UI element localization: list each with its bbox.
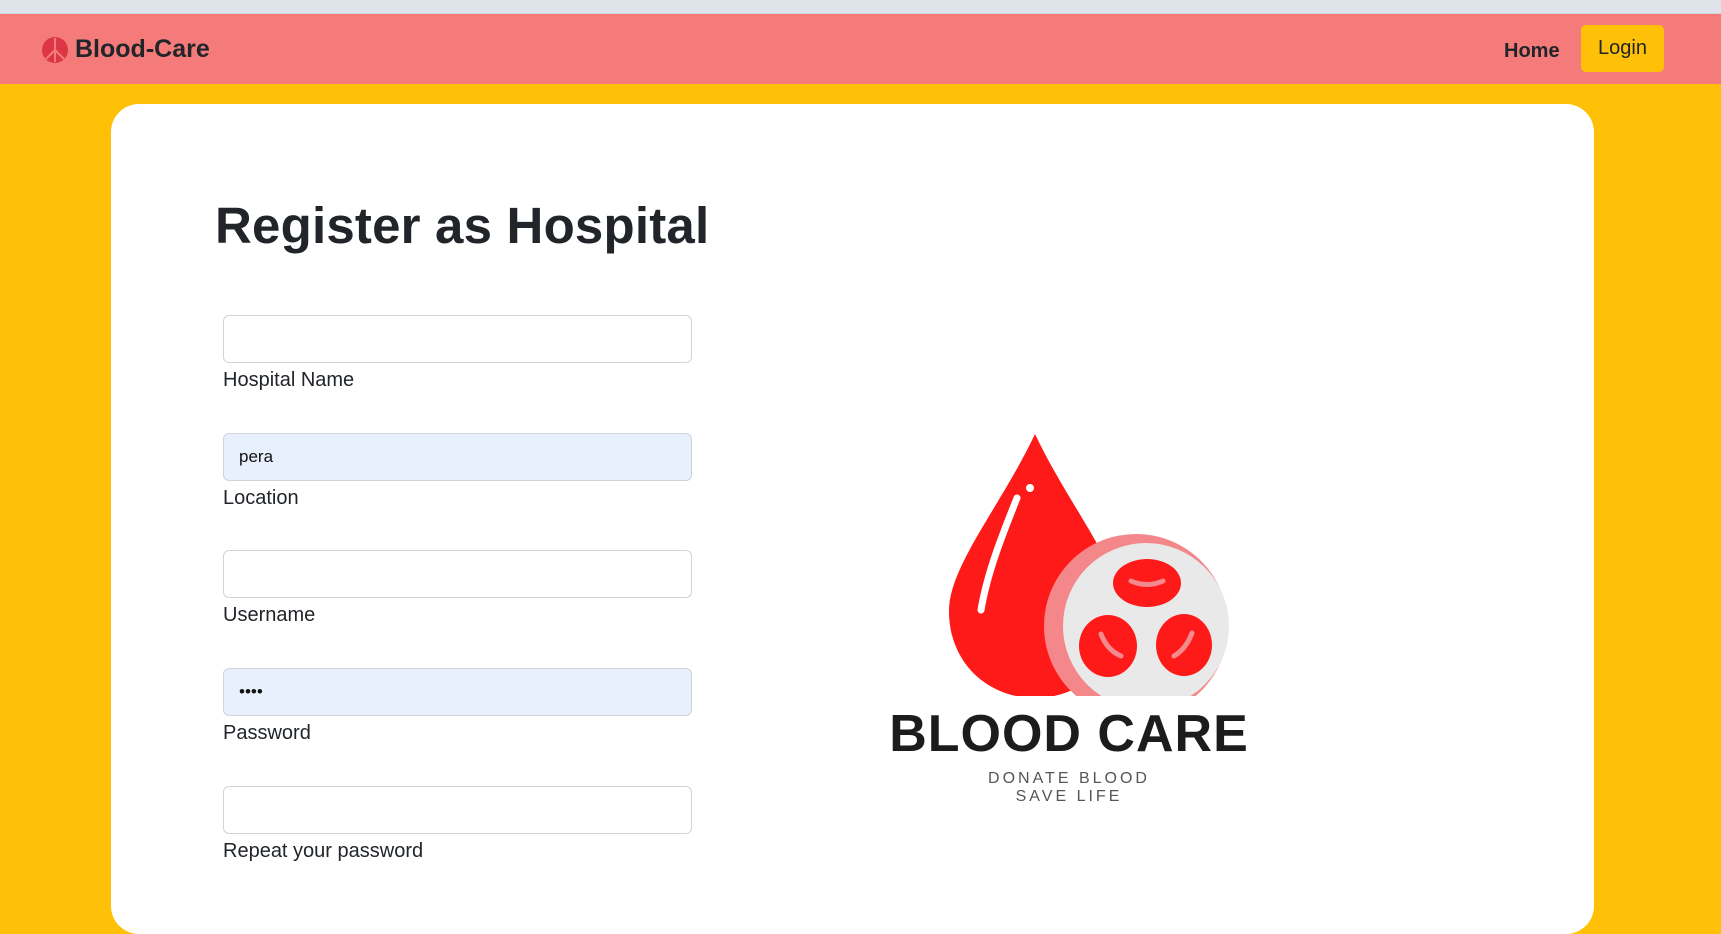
- logo-wordmark: BLOOD CARE: [889, 705, 1249, 763]
- username-input[interactable]: [223, 550, 692, 598]
- password-label: Password: [223, 722, 311, 744]
- brand[interactable]: Blood-Care: [41, 35, 210, 64]
- repeat-password-group: Repeat your password: [223, 786, 692, 863]
- username-group: Username: [223, 550, 692, 627]
- repeat-password-input[interactable]: [223, 786, 692, 834]
- register-card: Register as Hospital Hospital Name Locat…: [111, 104, 1594, 934]
- hospital-name-label: Hospital Name: [223, 369, 355, 391]
- login-button[interactable]: Login: [1581, 25, 1664, 72]
- hospital-name-input[interactable]: [223, 315, 692, 363]
- nav-home-link[interactable]: Home: [1504, 40, 1560, 63]
- logo-tagline-2: SAVE LIFE: [1015, 788, 1123, 805]
- repeat-password-label: Repeat your password: [223, 840, 424, 862]
- logo-tagline-1: DONATE BLOOD: [988, 770, 1150, 787]
- blood-drop-icon: [949, 434, 1229, 718]
- navbar: Blood-Care Home Login: [0, 14, 1721, 84]
- browser-top-strip: [0, 0, 1721, 14]
- password-input[interactable]: [223, 668, 692, 716]
- location-group: Location: [223, 433, 692, 510]
- blood-care-logo: BLOOD CARE DONATE BLOOD SAVE LIFE: [889, 426, 1249, 806]
- location-label: Location: [223, 487, 299, 509]
- location-input[interactable]: [223, 433, 692, 481]
- username-label: Username: [223, 604, 316, 626]
- page-title: Register as Hospital: [215, 197, 710, 254]
- peace-icon: [42, 36, 68, 63]
- password-group: Password: [223, 668, 692, 745]
- hospital-name-group: Hospital Name: [223, 315, 692, 392]
- brand-name: Blood-Care: [75, 35, 210, 63]
